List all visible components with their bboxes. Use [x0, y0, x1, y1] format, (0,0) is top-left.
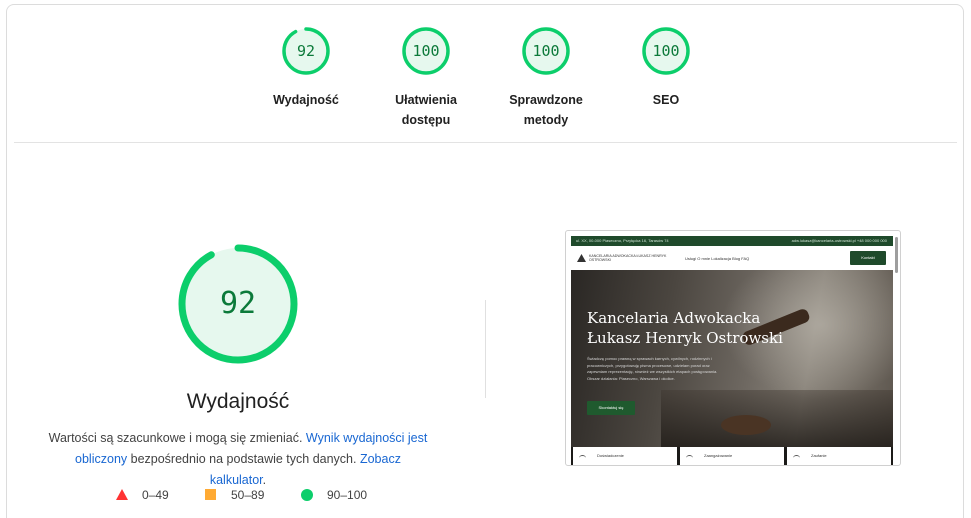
- thumb-card-title: Doświadczenie: [597, 453, 624, 458]
- score-legend: 0–49 50–89 90–100: [0, 487, 971, 503]
- page-screenshot-thumbnail[interactable]: ul. XX, 00-000 Piaseczno, Przyłęcka 16, …: [565, 230, 901, 466]
- gavel-base: [721, 415, 771, 435]
- thumb-hero-text: Świadczę pomoc prawną w sprawach karnych…: [587, 356, 718, 381]
- thumb-topbar: ul. XX, 00-000 Piaseczno, Przyłęcka 16, …: [571, 236, 893, 246]
- performance-description: Wartości są szacunkowe i mogą się zmieni…: [48, 428, 428, 491]
- desc-text: bezpośrednio na podstawie tych danych.: [127, 452, 360, 466]
- gauge-label-line1: Wydajność: [273, 93, 339, 107]
- logo-icon: [577, 254, 586, 262]
- gauge-ring: 100: [641, 26, 691, 76]
- legend-pass-label: 90–100: [327, 488, 368, 502]
- thumb-topbar-address: ul. XX, 00-000 Piaseczno, Przyłęcka 16, …: [576, 238, 669, 243]
- gauge-score: 100: [532, 42, 560, 60]
- gauge-label-line2: metody: [523, 113, 569, 127]
- thumb-hero-title: Kancelaria Adwokacka Łukasz Henryk Ostrow…: [587, 308, 807, 348]
- gauge-label: SEO: [606, 90, 726, 110]
- gauge-label-line1: Sprawdzone: [509, 93, 583, 107]
- gauge-performance[interactable]: 92 Wydajność: [246, 26, 366, 110]
- square-icon: [205, 489, 216, 500]
- thumb-card-title: Zaangażowanie: [704, 453, 733, 458]
- gauge-label-line2: dostępu: [401, 113, 451, 127]
- thumb-contact-button: Kontakt: [850, 251, 886, 265]
- desc-text: .: [262, 473, 267, 487]
- thumb-card: Zaangażowanie: [680, 447, 784, 465]
- gauge-score: 100: [652, 42, 680, 60]
- thumb-hero-title-line1: Kancelaria Adwokacka: [587, 309, 761, 327]
- gauge-seo[interactable]: 100 SEO: [606, 26, 726, 110]
- card-icon: [686, 455, 693, 461]
- hero-desk: [661, 390, 893, 447]
- gauge-ring: 92: [281, 26, 331, 76]
- gauge-label: Sprawdzone metody: [486, 90, 606, 130]
- thumb-card: Doświadczenie: [573, 447, 677, 465]
- thumb-hero: Kancelaria Adwokacka Łukasz Henryk Ostrow…: [571, 270, 893, 447]
- performance-title: Wydajność: [186, 390, 290, 413]
- thumb-feature-cards: Doświadczenie Zaangażowanie Zaufanie: [571, 447, 893, 465]
- thumb-brand: KANCELARIA ADWOKACKA ŁUKASZ HENRYK OSTRO…: [589, 254, 667, 262]
- section-divider: [14, 142, 957, 143]
- gauge-label: Ułatwienia dostępu: [366, 90, 486, 130]
- thumb-hero-button: Skontaktuj się: [587, 401, 635, 415]
- thumb-hero-title-line2: Łukasz Henryk Ostrowski: [587, 329, 783, 347]
- legend-fail-label: 0–49: [142, 488, 169, 502]
- thumb-topbar-contact: adw.lukasz@kancelaria-ostrowski.pl +48 0…: [791, 238, 887, 243]
- performance-gauge: 92: [176, 242, 300, 366]
- gauge-ring: 100: [521, 26, 571, 76]
- thumb-card: Zaufanie: [787, 447, 891, 465]
- gauge-ring: 100: [401, 26, 451, 76]
- vertical-divider: [485, 300, 486, 398]
- thumb-navbar: KANCELARIA ADWOKACKA ŁUKASZ HENRYK OSTRO…: [571, 246, 893, 270]
- category-gauges: 92 Wydajność 100 Ułatwienia dostępu 100 S…: [0, 0, 971, 140]
- card-icon: [579, 455, 586, 461]
- thumb-scrollbar: [895, 237, 898, 273]
- thumb-menu: Usługi O mnie Lokalizacja Blog FAQ: [685, 256, 750, 261]
- legend-average-label: 50–89: [231, 488, 265, 502]
- triangle-icon: [116, 489, 128, 500]
- performance-score: 92: [219, 286, 257, 321]
- gauge-label-line1: SEO: [652, 93, 680, 107]
- gauge-score: 92: [296, 42, 316, 60]
- circle-icon: [301, 489, 313, 501]
- thumb-card-title: Zaufanie: [811, 453, 827, 458]
- card-icon: [793, 455, 800, 461]
- gauge-label-line1: Ułatwienia: [395, 93, 457, 107]
- gauge-label: Wydajność: [246, 90, 366, 110]
- desc-text: Wartości są szacunkowe i mogą się zmieni…: [48, 431, 306, 445]
- gauge-accessibility[interactable]: 100 Ułatwienia dostępu: [366, 26, 486, 130]
- gauge-best-practices[interactable]: 100 Sprawdzone metody: [486, 26, 606, 130]
- gauge-score: 100: [412, 42, 440, 60]
